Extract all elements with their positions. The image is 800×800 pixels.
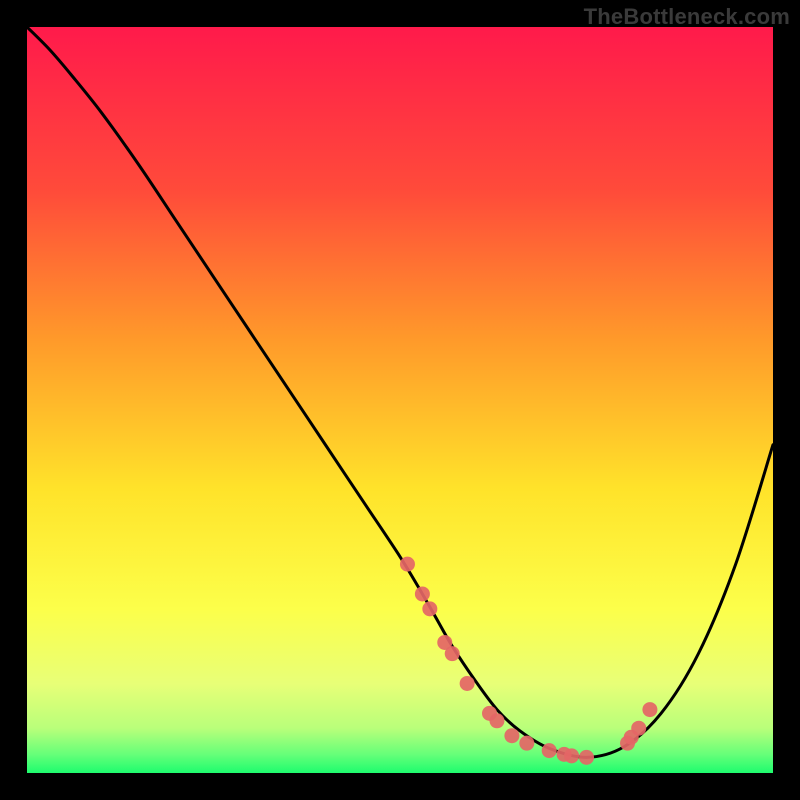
sample-point <box>422 601 437 616</box>
sample-point <box>564 748 579 763</box>
sample-point <box>489 713 504 728</box>
sample-point <box>642 702 657 717</box>
watermark-text: TheBottleneck.com <box>584 4 790 30</box>
sample-point <box>519 736 534 751</box>
chart-frame: TheBottleneck.com <box>0 0 800 800</box>
sample-point <box>542 743 557 758</box>
sample-point <box>504 728 519 743</box>
sample-point <box>631 721 646 736</box>
sample-point <box>579 750 594 765</box>
sample-point <box>415 586 430 601</box>
sample-point <box>460 676 475 691</box>
plot-area <box>27 27 773 773</box>
gradient-background <box>27 27 773 773</box>
sample-point <box>445 646 460 661</box>
chart-svg <box>27 27 773 773</box>
sample-point <box>400 557 415 572</box>
